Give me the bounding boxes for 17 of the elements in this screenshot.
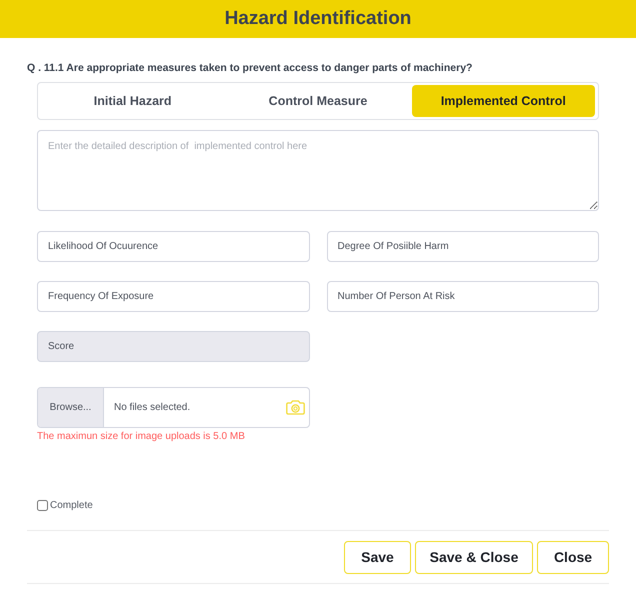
action-button[interactable]: Save [344,540,411,574]
tab[interactable]: Implemented Control [412,85,595,117]
input-field[interactable]: Number Of Person At Risk [326,281,599,312]
action-button[interactable]: Save & Close [415,540,533,574]
checkbox-label: Complete [50,499,93,513]
input-field[interactable]: Likelihood Of Ocuurence [37,231,310,262]
upload-hint-text: The maximun size for image uploads is 5.0 MB [37,430,246,444]
complete-checkbox[interactable] [37,500,48,511]
input-field[interactable]: Frequency Of Exposure [37,281,310,312]
question-text: Q . 11.1 Are appropriate measures taken to prevent access to danger parts of machinery? [27,61,474,75]
description-field[interactable]: Enter the detailed description of implemented control here [37,130,599,211]
file-upload-field[interactable]: Browse... No files selected. [37,387,310,428]
file-status-text: No files selected. [113,401,192,415]
input-field[interactable]: Degree Of Posiible Harm [326,231,599,262]
browse-button[interactable]: Browse... [38,388,104,427]
window-title: Hazard Identification [224,6,412,31]
action-button[interactable]: Close [537,540,609,574]
